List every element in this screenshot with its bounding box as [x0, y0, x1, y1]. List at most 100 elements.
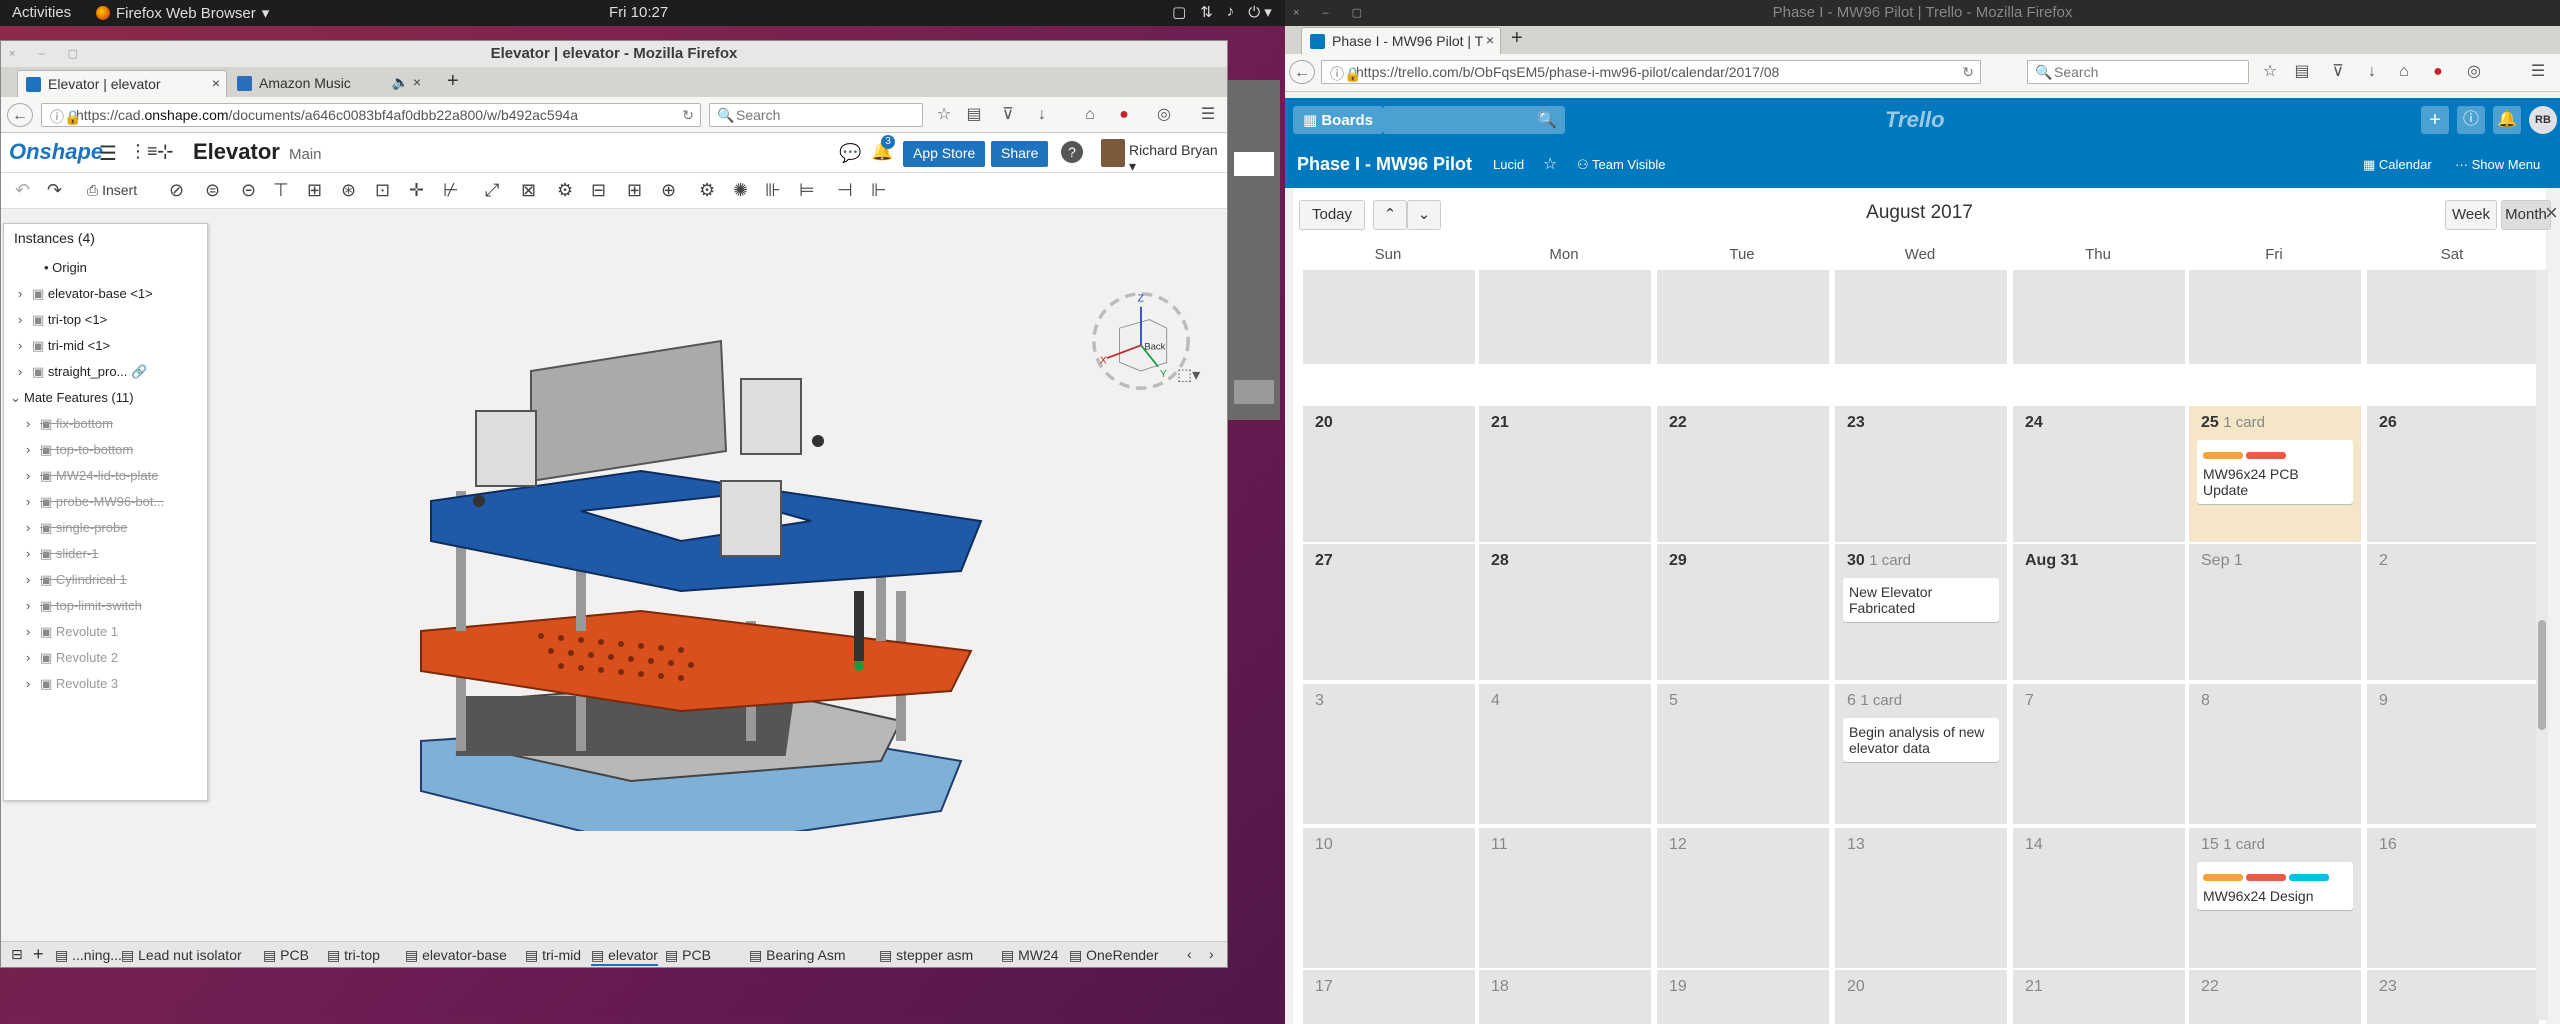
- calendar-day[interactable]: [1657, 270, 1829, 364]
- close-calendar-icon[interactable]: ×: [2545, 200, 2558, 226]
- info-icon[interactable]: ⓘ: [2457, 106, 2485, 134]
- mate-features-group[interactable]: ⌄ Mate Features (11): [10, 390, 134, 406]
- calendar-day[interactable]: 4: [1479, 684, 1651, 824]
- chevron-right-icon[interactable]: ›: [18, 286, 32, 301]
- calendar-day[interactable]: 19: [1657, 970, 1829, 1024]
- close-icon[interactable]: 🔈 ×: [392, 74, 422, 91]
- hamburger-icon[interactable]: ☰: [99, 141, 117, 166]
- document-tab[interactable]: ▤ stepper asm: [879, 947, 973, 964]
- calendar-day[interactable]: 16: [2367, 828, 2539, 968]
- url-bar[interactable]: ⓘ🔒 https://trello.com/b/ObFqsEM5/phase-i…: [1321, 60, 1981, 84]
- document-tab[interactable]: ▤ OneRender: [1069, 947, 1159, 964]
- tree-item[interactable]: › ▣ Revolute 1: [26, 624, 118, 640]
- close-icon[interactable]: ×: [212, 75, 220, 91]
- calendar-day[interactable]: Sep 1: [2189, 544, 2361, 680]
- calendar-day[interactable]: 10: [1303, 828, 1475, 968]
- pocket-icon[interactable]: ⊽: [2325, 60, 2351, 84]
- chevron-right-icon[interactable]: ›: [26, 494, 40, 509]
- document-tab[interactable]: ▤ tri-top: [327, 947, 380, 964]
- calendar-day[interactable]: 21: [2013, 970, 2185, 1024]
- view-options-icon[interactable]: ⬚▾: [1177, 365, 1200, 385]
- download-icon[interactable]: ↓: [2359, 60, 2385, 84]
- tree-item[interactable]: › ▣ slider-1: [26, 546, 99, 562]
- scroll-right-icon[interactable]: ›: [1209, 946, 1214, 962]
- calendar-day[interactable]: 3: [1303, 684, 1475, 824]
- calendar-day[interactable]: [1479, 270, 1651, 364]
- extension-icon[interactable]: ◎: [2461, 60, 2487, 84]
- section-view-icon[interactable]: ⊣: [837, 180, 853, 201]
- cad-viewport[interactable]: [381, 291, 1021, 831]
- calendar-day[interactable]: 23: [1835, 406, 2007, 542]
- document-tab[interactable]: ▤ elevator-base: [405, 947, 507, 964]
- calendar-day[interactable]: 8: [2189, 684, 2361, 824]
- chevron-right-icon[interactable]: ›: [26, 650, 40, 665]
- week-view-button[interactable]: Week: [2445, 200, 2497, 230]
- redo-icon[interactable]: ↷: [47, 180, 62, 201]
- calendar-day[interactable]: Aug 31: [2013, 544, 2185, 680]
- tree-item[interactable]: › ▣ Revolute 2: [26, 650, 118, 666]
- pattern-icon[interactable]: ⊪: [765, 180, 781, 201]
- chevron-right-icon[interactable]: ›: [18, 338, 32, 353]
- calendar-card[interactable]: MW96x24 PCB Update: [2197, 440, 2353, 504]
- chevron-right-icon[interactable]: ›: [26, 416, 40, 431]
- window-controls[interactable]: × – ▢: [1293, 0, 1372, 26]
- home-icon[interactable]: ⌂: [1077, 103, 1103, 127]
- calendar-link[interactable]: ▦ Calendar: [2363, 157, 2432, 173]
- chevron-right-icon[interactable]: ›: [26, 442, 40, 457]
- calendar-day[interactable]: 6 1 card Begin analysis of new elevator d…: [1835, 684, 2007, 824]
- document-tab[interactable]: ▤ Bearing Asm: [749, 947, 846, 964]
- replicate-icon[interactable]: ✺: [733, 180, 748, 201]
- pinterest-icon[interactable]: ●: [2425, 60, 2451, 84]
- planar-icon[interactable]: ⊞: [307, 180, 322, 201]
- undo-icon[interactable]: ↶: [15, 180, 30, 201]
- reader-icon[interactable]: ▤: [961, 103, 987, 127]
- scroll-left-icon[interactable]: ‹: [1187, 946, 1192, 962]
- chevron-right-icon[interactable]: ›: [26, 572, 40, 587]
- measure-icon[interactable]: ⊩: [871, 180, 887, 201]
- calendar-day[interactable]: [2013, 270, 2185, 364]
- calendar-card[interactable]: MW96x24 Design: [2197, 862, 2353, 910]
- gear-relation-icon[interactable]: ⚙: [557, 180, 573, 201]
- menu-icon[interactable]: ☰: [2525, 60, 2551, 84]
- calendar-day[interactable]: 25 1 card MW96x24 PCB Update: [2189, 406, 2361, 542]
- home-icon[interactable]: ⌂: [2391, 60, 2417, 84]
- comments-icon[interactable]: 💬: [839, 143, 861, 164]
- pin-slot-icon[interactable]: ⊡: [375, 180, 390, 201]
- chevron-right-icon[interactable]: ›: [26, 598, 40, 613]
- new-tab-button[interactable]: +: [1511, 27, 1523, 50]
- chevron-right-icon[interactable]: ›: [26, 468, 40, 483]
- tangent-icon[interactable]: ⤢: [485, 180, 499, 201]
- tree-item[interactable]: › ▣ tri-top <1>: [18, 312, 107, 328]
- info-lock-icon[interactable]: ⓘ🔒: [50, 107, 81, 126]
- chevron-right-icon[interactable]: ›: [18, 364, 32, 379]
- tab-elevator[interactable]: Elevator | elevator ×: [17, 70, 227, 97]
- bookmark-star-icon[interactable]: ☆: [2257, 60, 2283, 84]
- tree-item[interactable]: › ▣ MW24-lid-to-plate: [26, 468, 159, 484]
- chevron-right-icon[interactable]: ›: [26, 546, 40, 561]
- calendar-day[interactable]: 11: [1479, 828, 1651, 968]
- tree-item[interactable]: › ▣ Revolute 3: [26, 676, 118, 692]
- close-icon[interactable]: ×: [1486, 32, 1494, 48]
- calendar-day[interactable]: 20: [1303, 406, 1475, 542]
- calendar-day[interactable]: 7: [2013, 684, 2185, 824]
- avatar[interactable]: RB: [2529, 106, 2557, 134]
- app-store-button[interactable]: App Store: [903, 141, 986, 167]
- onshape-logo[interactable]: Onshape: [9, 139, 103, 165]
- rack-pinion-icon[interactable]: ⊟: [591, 180, 606, 201]
- calendar-day[interactable]: 15 1 card MW96x24 Design: [2189, 828, 2361, 968]
- fastened-icon[interactable]: ⊜: [205, 180, 220, 201]
- tree-item[interactable]: › ▣ tri-mid <1>: [18, 338, 110, 354]
- calendar-day[interactable]: 12: [1657, 828, 1829, 968]
- calendar-day[interactable]: 14: [2013, 828, 2185, 968]
- tree-item[interactable]: › ▣ elevator-base <1>: [18, 286, 153, 302]
- help-icon[interactable]: ?: [1061, 141, 1083, 163]
- document-tab[interactable]: ▤ ...ning...: [55, 947, 122, 964]
- reload-icon[interactable]: ↻: [1962, 64, 1974, 81]
- reload-icon[interactable]: ↻: [682, 107, 694, 124]
- trello-logo[interactable]: Trello: [1885, 107, 1945, 133]
- screen-icon[interactable]: ▢: [1172, 3, 1186, 21]
- visibility-button[interactable]: ⚇ Team Visible: [1577, 157, 1666, 173]
- tab-amazon-music[interactable]: Amazon Music 🔈 ×: [229, 70, 429, 97]
- tree-item[interactable]: › ▣ fix-bottom: [26, 416, 113, 432]
- document-tab[interactable]: ▤ PCB: [263, 947, 309, 964]
